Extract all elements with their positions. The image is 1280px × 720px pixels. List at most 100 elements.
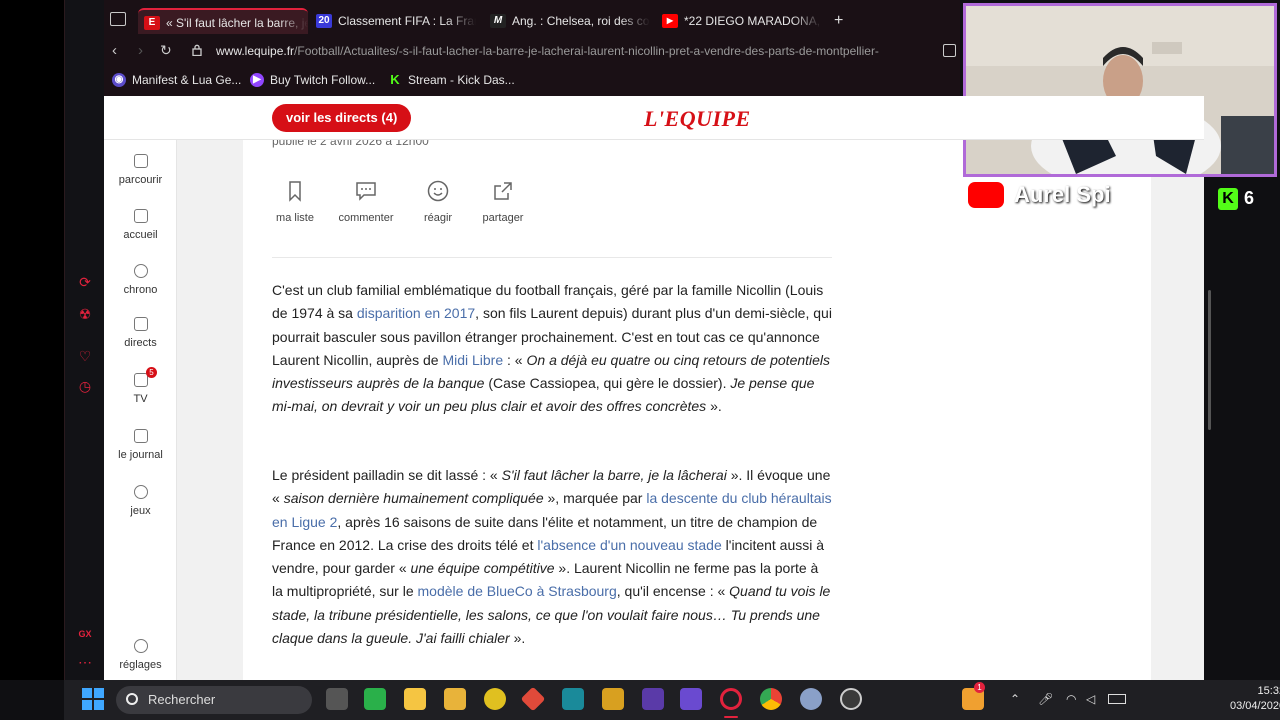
taskbar-search[interactable]: Rechercher (116, 686, 312, 714)
gx-control-icon[interactable]: ⟳ (77, 274, 93, 290)
gx-cleaner-icon[interactable]: ☢ (77, 306, 93, 322)
active-indicator (724, 716, 738, 718)
wifi-icon[interactable]: ◠ (1066, 692, 1076, 706)
nav-chrono[interactable]: chrono (104, 264, 177, 296)
quote-run: saison dernière humainement compliquée (283, 490, 544, 507)
settings-icon (133, 639, 148, 653)
opera-gx-taskbar-icon[interactable] (720, 688, 742, 710)
lequipe-logo[interactable]: L'EQUIPE (644, 106, 751, 132)
battery-icon[interactable] (1108, 694, 1126, 704)
app-steam-icon[interactable] (840, 688, 862, 710)
url-domain: www.lequipe.fr (216, 44, 295, 58)
youtube-favicon-icon: ▶ (662, 14, 678, 28)
new-tab-button[interactable]: + (834, 12, 843, 30)
action-commenter[interactable]: commenter (336, 180, 396, 224)
action-ma-liste[interactable]: ma liste (272, 180, 318, 224)
nav-directs[interactable]: directs (104, 317, 177, 349)
bookmarks-bar: ◉ Manifest & Lua Ge... ▶ Buy Twitch Foll… (64, 64, 960, 96)
tab-fade (446, 8, 476, 34)
lequipe-favicon-icon: E (144, 16, 160, 30)
app-game-icon[interactable] (602, 688, 624, 710)
system-clock[interactable]: 15:32 03/04/2026 (1230, 684, 1280, 714)
url-field[interactable]: www.lequipe.fr/Football/Actualites/-s-il… (216, 44, 936, 58)
task-view-icon[interactable] (326, 688, 348, 710)
bookmark-manifest[interactable]: ◉ Manifest & Lua Ge... (112, 73, 241, 87)
back-icon[interactable]: ‹ (112, 42, 117, 59)
live-icon (133, 317, 148, 331)
left-void (0, 0, 64, 680)
webcam-image (966, 6, 1274, 174)
kick-viewer-count: 6 (1244, 188, 1255, 208)
youtube-channel-name: Aurel Spi (1014, 182, 1111, 207)
action-label: partager (482, 212, 524, 224)
volume-icon[interactable]: ◁ (1086, 692, 1095, 706)
newspaper-icon (133, 429, 148, 443)
app-folder-icon[interactable] (444, 688, 466, 710)
chrome-icon[interactable] (760, 688, 782, 710)
link-midi-libre[interactable]: Midi Libre (442, 352, 503, 368)
chevron-up-icon[interactable]: ⌃ (1010, 692, 1020, 706)
nav-parcourir[interactable]: parcourir (104, 154, 177, 186)
nav-label: accueil (123, 229, 158, 241)
nav-label: réglages (119, 659, 162, 671)
heart-icon[interactable]: ♡ (77, 348, 93, 364)
tab-islands-icon[interactable] (110, 12, 126, 26)
share-icon (494, 182, 512, 200)
app-shark-icon[interactable] (562, 688, 584, 710)
nav-reglages[interactable]: réglages (104, 639, 177, 671)
bookmark-icon (289, 181, 301, 202)
url-path: /Football/Actualites/-s-il-faut-lacher-l… (294, 44, 879, 58)
excel-icon[interactable] (364, 688, 386, 710)
windows-start-icon[interactable] (82, 688, 104, 710)
file-explorer-icon[interactable] (404, 688, 426, 710)
article-body: publié le 2 avril 2026 à 12h00 ma liste … (243, 134, 1151, 680)
live-directs-button[interactable]: voir les directs (4) (272, 104, 412, 132)
link-blueco[interactable]: modèle de BlueCo à Strasbourg (418, 583, 617, 599)
nav-label: chrono (123, 284, 158, 296)
site-header: voir les directs (4) L'EQUIPE (104, 96, 1204, 140)
history-icon[interactable]: ◷ (77, 378, 93, 394)
clock-icon (133, 264, 148, 278)
link-nouveau-stade[interactable]: l'absence d'un nouveau stade (537, 537, 721, 553)
page-scrollbar[interactable] (1208, 290, 1211, 430)
action-partager[interactable]: partager (479, 180, 527, 224)
windows-taskbar: Rechercher 1 ⌃ 🎤︎ ◠ ◁ 15:32 03/04/2026 (64, 680, 1280, 720)
action-reagir[interactable]: réagir (417, 180, 459, 224)
bookmark-twitch[interactable]: ▶ Buy Twitch Follow... (250, 73, 375, 87)
app-globe-icon[interactable] (800, 688, 822, 710)
nav-accueil[interactable]: accueil (104, 209, 177, 241)
sidebar-panel-icon[interactable] (943, 44, 956, 57)
reload-icon[interactable]: ↻ (160, 42, 172, 59)
forward-icon[interactable]: › (138, 42, 143, 59)
nav-label: le journal (118, 449, 163, 461)
app-vr-icon[interactable] (642, 688, 664, 710)
tab-maradona[interactable]: ▶ *22 DIEGO MARADONA, EL (656, 8, 822, 34)
app-diamond-icon[interactable] (520, 686, 546, 712)
tv-badge: 5 (146, 367, 157, 378)
nav-journal[interactable]: le journal (104, 429, 177, 461)
article-paragraph-2: Le président pailladin se dit lassé : « … (272, 464, 832, 650)
microphone-icon[interactable]: 🎤︎ (1038, 692, 1053, 706)
gx-sidebar: ⟳ ☢ ♡ ◷ GX ⋯ (64, 0, 104, 680)
nav-jeux[interactable]: jeux (104, 485, 177, 517)
bookmark-kick[interactable]: K Stream - Kick Das... (388, 73, 515, 88)
link-disparition[interactable]: disparition en 2017 (357, 305, 475, 321)
webcam-overlay (963, 3, 1277, 177)
manifest-icon: ◉ (112, 73, 126, 87)
bookmark-label: Buy Twitch Follow... (270, 73, 376, 87)
text-run: , qu'il encense : « (616, 583, 730, 600)
gx-label[interactable]: GX (77, 626, 93, 642)
more-icon[interactable]: ⋯ (77, 654, 93, 670)
app-lemon-icon[interactable] (484, 688, 506, 710)
lock-icon (192, 44, 202, 56)
tab-chelsea[interactable]: M Ang. : Chelsea, roi des com (484, 8, 650, 34)
games-icon (133, 485, 148, 499)
bookmark-label: Stream - Kick Das... (408, 73, 515, 87)
tab-fifa[interactable]: 20 Classement FIFA : La France (310, 8, 476, 34)
youtube-logo-icon (968, 182, 1004, 208)
nav-tv[interactable]: 5 TV (104, 367, 177, 405)
article-paragraph-1: C'est un club familial emblématique du f… (272, 279, 832, 419)
tab-lequipe[interactable]: E « S'il faut lâcher la barre, je (138, 8, 308, 34)
quote-run: S'il faut lâcher la barre, je la lâchera… (501, 467, 727, 483)
app-controller-icon[interactable] (680, 688, 702, 710)
